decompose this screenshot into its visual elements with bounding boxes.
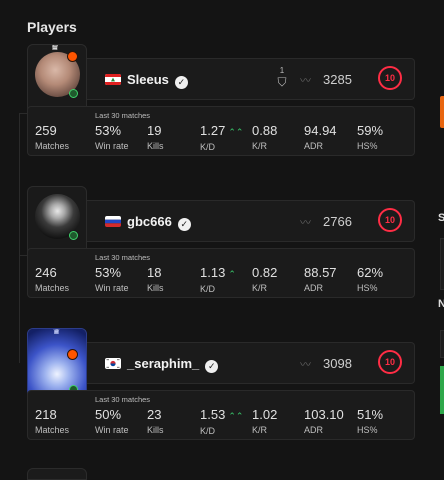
south-korea-flag-icon [105, 358, 121, 369]
stat-kd: 1.27 ⌃⌃ K/D [200, 123, 244, 152]
verified-icon: ✓ [205, 360, 219, 373]
right-panel-fragment [440, 238, 444, 290]
stats-panel: Last 30 matches 259 Matches 53% Win rate 1… [27, 106, 415, 156]
stat-hs: 51% HS% [357, 407, 384, 435]
tree-connector [19, 113, 20, 363]
stat-kd: 1.53 ⌃⌃ K/D [200, 407, 244, 436]
last-matches-label: Last 30 matches [95, 111, 151, 120]
last-matches-label: Last 30 matches [95, 395, 151, 404]
elo-trend-icon: 〰 [300, 75, 311, 87]
verified-icon: ✓ [174, 76, 188, 89]
player-header[interactable]: gbc666 ✓ 〰 2766 10 [87, 200, 415, 242]
elo-trend-icon: 〰 [300, 217, 311, 229]
up-arrow-icon: ⌃ [228, 269, 236, 279]
double-up-arrow-icon: ⌃⌃ [228, 127, 244, 137]
right-panel-accent [440, 96, 444, 128]
stat-hs: 62% HS% [357, 265, 384, 293]
stat-hs: 59% HS% [357, 123, 384, 151]
player-name[interactable]: Sleeus [127, 72, 169, 87]
last-matches-label: Last 30 matches [95, 253, 151, 262]
party-count: 1 [279, 66, 285, 75]
stat-kd: 1.13 ⌃ K/D [200, 265, 236, 294]
stat-matches: 259 Matches [35, 123, 70, 151]
anticheat-shield-icon [69, 89, 78, 98]
stat-winrate: 53% Win rate [95, 265, 129, 293]
stat-matches: 218 Matches [35, 407, 70, 435]
players-section-title: Players [27, 19, 77, 35]
crown-icon: ♛ [52, 328, 61, 337]
player-name[interactable]: _seraphim_ [127, 356, 199, 371]
premium-badge-icon [67, 349, 78, 360]
right-panel-green-bar [440, 366, 444, 414]
stat-winrate: 50% Win rate [95, 407, 129, 435]
right-panel-fragment [440, 330, 444, 358]
player-card[interactable]: ♛ _seraphim_ ✓ 〰 3098 10 Last 30 matches … [27, 328, 415, 440]
stats-panel: Last 30 matches 218 Matches 50% Win rate 2… [27, 390, 415, 440]
stat-kr: 0.88 K/R [252, 123, 278, 151]
stat-adr: 94.94 ADR [304, 123, 337, 151]
elo-value: 2766 [323, 214, 352, 229]
party-indicator: 1 ⛉ [273, 66, 291, 90]
stat-matches: 246 Matches [35, 265, 70, 293]
skill-level-badge: 10 [378, 208, 402, 232]
anticheat-shield-icon [69, 231, 78, 240]
elo-trend-icon: 〰 [300, 359, 311, 371]
stats-panel: Last 30 matches 246 Matches 53% Win rate 1… [27, 248, 415, 298]
stat-kills: 18 Kills [147, 265, 164, 293]
stat-kills: 19 Kills [147, 123, 164, 151]
stat-adr: 103.10 ADR [304, 407, 344, 435]
stat-adr: 88.57 ADR [304, 265, 337, 293]
elo-value: 3098 [323, 356, 352, 371]
elo-value: 3285 [323, 72, 352, 87]
russia-flag-icon [105, 216, 121, 227]
stat-kr: 0.82 K/R [252, 265, 278, 293]
next-player-avatar-partial[interactable] [27, 468, 87, 480]
premium-badge-icon [67, 51, 78, 62]
skill-level-badge: 10 [378, 350, 402, 374]
lebanon-flag-icon [105, 74, 121, 85]
verified-icon: ✓ [177, 218, 191, 231]
right-panel-heading-partial: S [438, 212, 444, 224]
player-card[interactable]: gbc666 ✓ 〰 2766 10 Last 30 matches 246 Mat… [27, 186, 415, 298]
stat-kills: 23 Kills [147, 407, 164, 435]
right-panel-heading-partial: N [438, 298, 444, 310]
player-header[interactable]: Sleeus ✓ 1 ⛉ 〰 3285 10 [87, 58, 415, 100]
player-header[interactable]: _seraphim_ ✓ 〰 3098 10 [87, 342, 415, 384]
handshake-icon: ⛉ [277, 75, 287, 89]
stat-kr: 1.02 K/R [252, 407, 278, 435]
skill-level-badge: 10 [378, 66, 402, 90]
stat-winrate: 53% Win rate [95, 123, 129, 151]
player-card[interactable]: ♛ Sleeus ✓ 1 ⛉ 〰 3285 10 Last 30 matches … [27, 44, 415, 156]
double-up-arrow-icon: ⌃⌃ [228, 411, 244, 421]
player-name[interactable]: gbc666 [127, 214, 172, 229]
crown-icon: ♛ [50, 44, 60, 53]
